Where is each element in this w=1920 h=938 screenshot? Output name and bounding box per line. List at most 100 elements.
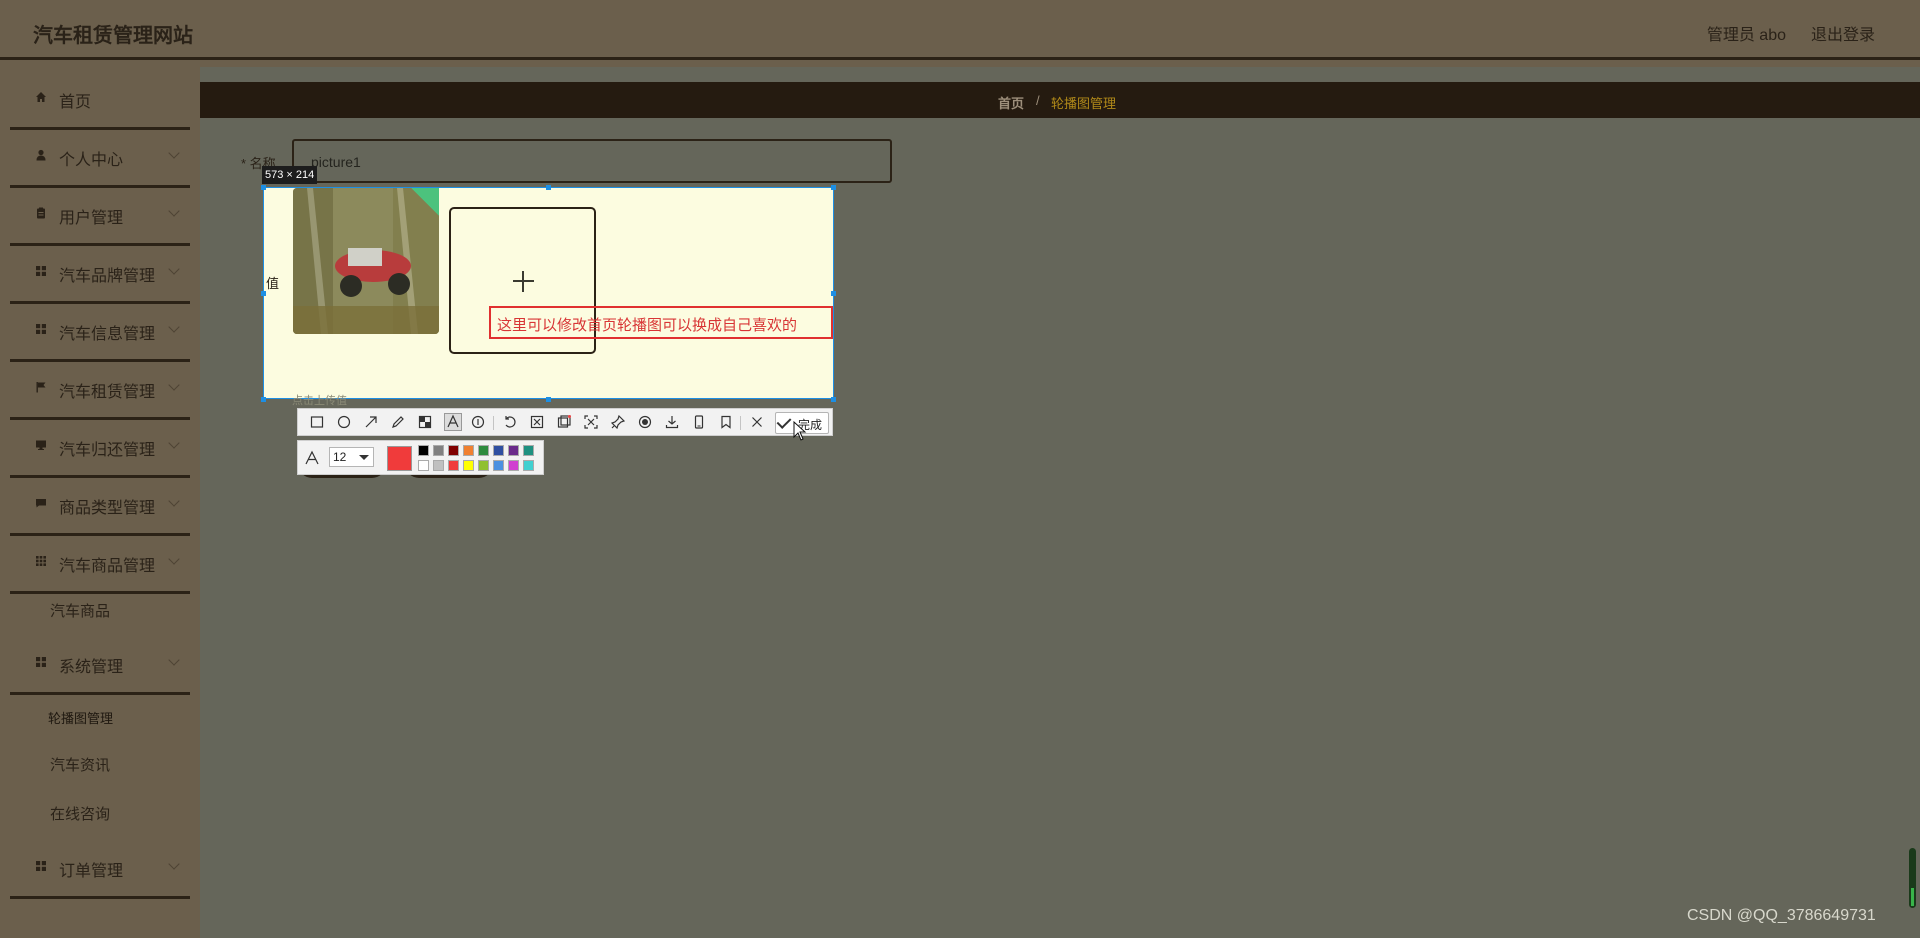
sidebar-item-users[interactable]: 用户管理: [10, 191, 190, 246]
name-input-value: picture1: [311, 154, 361, 170]
sidebar-item-car-info[interactable]: 汽车信息管理: [10, 307, 190, 362]
pin-to-screen-icon[interactable]: [530, 415, 544, 429]
text-tool-icon[interactable]: [444, 413, 462, 431]
site-title: 汽车租赁管理网站: [33, 25, 193, 47]
breadcrumb-home-link[interactable]: 首页: [998, 93, 1024, 112]
value-field-label: 值: [266, 276, 280, 291]
chevron-down-icon: [168, 495, 180, 507]
resize-handle[interactable]: [831, 185, 836, 190]
color-swatch[interactable]: [418, 460, 429, 471]
sidebar-subitem-carousel[interactable]: 轮播图管理: [48, 708, 113, 727]
sidebar-item-label: 个人中心: [59, 152, 124, 169]
color-swatch[interactable]: [523, 460, 534, 471]
scrollbar-thumb[interactable]: [1911, 888, 1914, 906]
mouse-cursor-icon: [793, 421, 807, 441]
serial-number-tool-icon[interactable]: [471, 415, 485, 429]
resize-handle[interactable]: [831, 291, 836, 296]
font-icon: [305, 450, 319, 465]
sidebar-item-home[interactable]: 首页: [10, 75, 190, 130]
toolbar-divider: [493, 416, 494, 430]
color-swatch[interactable]: [433, 445, 444, 456]
record-icon[interactable]: [638, 415, 652, 429]
sidebar-item-label: 订单管理: [59, 863, 124, 880]
top-header: 汽车租赁管理网站 管理员 abo 退出登录: [0, 0, 1920, 60]
grid-icon: [36, 861, 46, 871]
sidebar-item-goods-type[interactable]: 商品类型管理: [10, 481, 190, 536]
user-icon: [36, 149, 46, 161]
color-swatch[interactable]: [463, 460, 474, 471]
sidebar: 首页 个人中心 用户管理 汽车品牌管理 汽车信息管理 汽车租赁管理 汽车归还管理…: [0, 60, 200, 938]
font-size-value: 12: [333, 450, 347, 464]
color-swatch[interactable]: [493, 445, 504, 456]
text-annotation-box[interactable]: 这里可以修改首页轮播图可以换成自己喜欢的: [489, 306, 833, 339]
sidebar-item-label: 汽车信息管理: [59, 326, 156, 343]
sidebar-item-label: 汽车归还管理: [59, 442, 156, 459]
ocr-icon[interactable]: [557, 415, 571, 429]
close-icon[interactable]: [750, 415, 764, 429]
sidebar-item-profile[interactable]: 个人中心: [10, 133, 190, 188]
undo-icon[interactable]: [503, 415, 517, 429]
download-icon[interactable]: [665, 415, 679, 429]
current-color-swatch[interactable]: [387, 446, 412, 471]
annotation-text: 这里可以修改首页轮播图可以换成自己喜欢的: [497, 317, 798, 334]
color-swatch[interactable]: [508, 445, 519, 456]
chevron-down-icon: [168, 553, 180, 565]
upload-success-check-icon: [411, 188, 439, 216]
resize-handle[interactable]: [831, 397, 836, 402]
chevron-down-icon: [168, 263, 180, 275]
color-swatch[interactable]: [478, 445, 489, 456]
resize-handle[interactable]: [546, 185, 551, 190]
grid-icon: [36, 657, 46, 667]
clipboard-icon: [37, 207, 45, 219]
chevron-down-icon: [168, 379, 180, 391]
color-swatch[interactable]: [523, 445, 534, 456]
sidebar-item-rental[interactable]: 汽车租赁管理: [10, 365, 190, 420]
bookmark-icon[interactable]: [719, 415, 733, 429]
chevron-down-icon: [359, 455, 369, 460]
pin-icon[interactable]: [610, 414, 626, 430]
color-swatch[interactable]: [448, 460, 459, 471]
sidebar-item-label: 系统管理: [59, 659, 124, 676]
resize-handle[interactable]: [546, 397, 551, 402]
sidebar-item-return[interactable]: 汽车归还管理: [10, 423, 190, 478]
check-icon: [776, 414, 792, 429]
color-swatch[interactable]: [448, 445, 459, 456]
sidebar-subitem-car-goods[interactable]: 汽车商品: [50, 600, 110, 621]
color-swatch[interactable]: [463, 445, 474, 456]
apps-icon: [36, 556, 46, 566]
scan-icon[interactable]: [584, 415, 598, 429]
sidebar-subitem-news[interactable]: 汽车资讯: [50, 754, 110, 775]
color-swatch[interactable]: [508, 460, 519, 471]
arrow-tool-icon[interactable]: [364, 415, 378, 429]
font-size-select[interactable]: 12: [329, 447, 374, 467]
sidebar-item-label: 汽车商品管理: [59, 558, 156, 575]
sidebar-item-label: 商品类型管理: [59, 500, 156, 517]
message-icon: [36, 499, 46, 508]
breadcrumb-current: 轮播图管理: [1051, 96, 1117, 111]
home-icon: [36, 92, 46, 102]
logout-link[interactable]: 退出登录: [1811, 21, 1875, 45]
sidebar-item-label: 汽车品牌管理: [59, 268, 156, 285]
pen-tool-icon[interactable]: [391, 415, 405, 429]
rectangle-tool-icon[interactable]: [310, 415, 324, 429]
ellipse-tool-icon[interactable]: [337, 415, 351, 429]
sidebar-item-system[interactable]: 系统管理: [10, 640, 190, 695]
screenshot-toolbar: [297, 408, 833, 436]
sidebar-subitem-consult[interactable]: 在线咨询: [50, 803, 110, 824]
sidebar-item-orders[interactable]: 订单管理: [10, 844, 190, 899]
breadcrumb-separator: /: [1036, 93, 1040, 108]
resize-handle[interactable]: [261, 185, 266, 190]
sidebar-item-brand[interactable]: 汽车品牌管理: [10, 249, 190, 304]
mosaic-tool-icon[interactable]: [418, 415, 432, 429]
chevron-down-icon: [168, 437, 180, 449]
color-swatch[interactable]: [433, 460, 444, 471]
phone-icon[interactable]: [692, 415, 706, 429]
chevron-down-icon: [168, 321, 180, 333]
color-swatch[interactable]: [418, 445, 429, 456]
resize-handle[interactable]: [261, 397, 266, 402]
chevron-down-icon: [168, 205, 180, 217]
color-swatch[interactable]: [478, 460, 489, 471]
color-swatch[interactable]: [493, 460, 504, 471]
sidebar-item-goods[interactable]: 汽车商品管理: [10, 539, 190, 594]
name-input[interactable]: picture1: [292, 139, 892, 183]
